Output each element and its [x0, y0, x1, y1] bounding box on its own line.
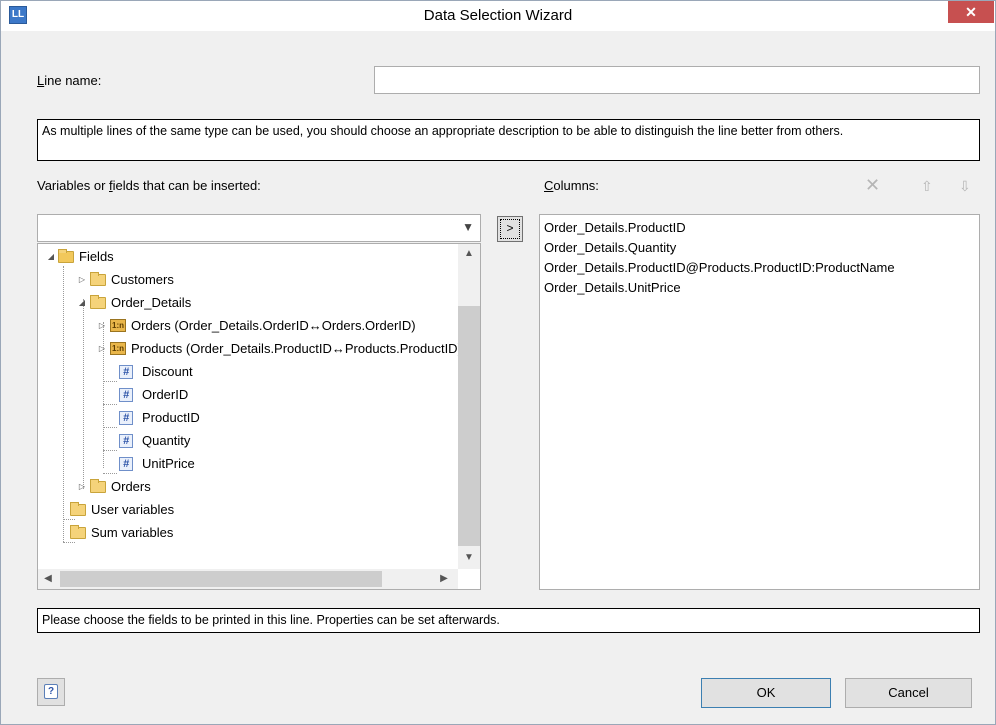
tree-node-products-relation[interactable]: ▷ 1:n Products (Order_Details.ProductID↔… — [38, 338, 462, 360]
horizontal-scroll-thumb[interactable] — [60, 571, 382, 587]
relation-icon: 1:n — [110, 319, 126, 332]
close-button[interactable]: ✕ — [948, 1, 994, 23]
title-bar: LL Data Selection Wizard ✕ — [1, 1, 995, 31]
tree-node-orders[interactable]: ▷ Orders — [38, 476, 458, 498]
help-button[interactable]: ? — [37, 678, 65, 706]
tree-node-orderid[interactable]: # OrderID — [38, 384, 458, 406]
line-name-input[interactable] — [374, 66, 980, 94]
expand-icon[interactable]: ▷ — [97, 315, 107, 337]
table-folder-icon — [58, 249, 74, 263]
tree-node-orders-relation[interactable]: ▷ 1:n Orders (Order_Details.OrderID↔Orde… — [38, 315, 458, 337]
relation-icon: 1:n — [110, 342, 126, 355]
list-item[interactable]: Order_Details.UnitPrice — [544, 278, 975, 298]
cancel-button[interactable]: Cancel — [845, 678, 972, 708]
tree-vertical-scrollbar[interactable]: ▲ ▼ — [458, 244, 480, 569]
move-down-icon[interactable]: ⇩ — [959, 178, 971, 195]
folder-icon — [90, 295, 106, 309]
scroll-up-icon[interactable]: ▲ — [459, 248, 479, 259]
tree-node-productid[interactable]: # ProductID — [38, 407, 458, 429]
tree-node-fields[interactable]: ◢ Fields — [38, 246, 458, 268]
numeric-field-icon: # — [119, 388, 133, 402]
columns-label: Columns: — [544, 178, 599, 193]
dialog-window: LL Data Selection Wizard ✕ Line name: As… — [0, 0, 996, 725]
scroll-left-icon[interactable]: ◀ — [38, 573, 58, 584]
expand-icon[interactable]: ▷ — [77, 269, 87, 291]
delete-icon[interactable]: ✕ — [865, 175, 880, 196]
variables-filter-combo[interactable]: ▼ — [37, 214, 481, 242]
numeric-field-icon: # — [119, 411, 133, 425]
tree-node-sum-variables[interactable]: Sum variables — [38, 522, 458, 544]
tree-node-discount[interactable]: # Discount — [38, 361, 458, 383]
tree-node-order-details[interactable]: ◢ Order_Details — [38, 292, 458, 314]
status-info: Please choose the fields to be printed i… — [37, 608, 980, 633]
tree-horizontal-scrollbar[interactable]: ◀ ▶ — [38, 569, 458, 589]
tree-node-customers[interactable]: ▷ Customers — [38, 269, 458, 291]
collapse-icon[interactable]: ◢ — [77, 292, 87, 314]
fields-tree[interactable]: ◢ Fields ▷ Customers ◢ Order_Details ▷ 1… — [37, 243, 481, 590]
variables-label: Variables or fields that can be inserted… — [37, 178, 261, 193]
list-item[interactable]: Order_Details.ProductID@Products.Product… — [544, 258, 975, 278]
expand-icon[interactable]: ▷ — [77, 476, 87, 498]
add-column-button[interactable]: > — [497, 216, 523, 242]
window-title: Data Selection Wizard — [423, 7, 573, 24]
tree-node-quantity[interactable]: # Quantity — [38, 430, 458, 452]
expand-icon[interactable]: ▷ — [97, 338, 107, 360]
folder-icon — [90, 272, 106, 286]
numeric-field-icon: # — [119, 365, 133, 379]
vertical-scroll-thumb[interactable] — [458, 306, 480, 546]
user-variables-icon — [70, 502, 86, 516]
columns-list[interactable]: Order_Details.ProductID Order_Details.Qu… — [539, 214, 980, 590]
line-name-label: Line name: — [37, 73, 102, 88]
description-info: As multiple lines of the same type can b… — [37, 119, 980, 161]
help-icon: ? — [44, 684, 58, 699]
list-item[interactable]: Order_Details.Quantity — [544, 238, 975, 258]
collapse-icon[interactable]: ◢ — [46, 246, 56, 268]
scroll-down-icon[interactable]: ▼ — [459, 552, 479, 563]
sum-variables-icon — [70, 525, 86, 539]
folder-icon — [90, 479, 106, 493]
list-item[interactable]: Order_Details.ProductID — [544, 218, 975, 238]
chevron-down-icon[interactable]: ▼ — [462, 220, 474, 234]
numeric-field-icon: # — [119, 434, 133, 448]
tree-node-unitprice[interactable]: # UnitPrice — [38, 453, 458, 475]
scroll-right-icon[interactable]: ▶ — [434, 573, 454, 584]
ok-button[interactable]: OK — [701, 678, 831, 708]
tree-node-user-variables[interactable]: User variables — [38, 499, 458, 521]
numeric-field-icon: # — [119, 457, 133, 471]
move-up-icon[interactable]: ⇧ — [921, 178, 933, 195]
